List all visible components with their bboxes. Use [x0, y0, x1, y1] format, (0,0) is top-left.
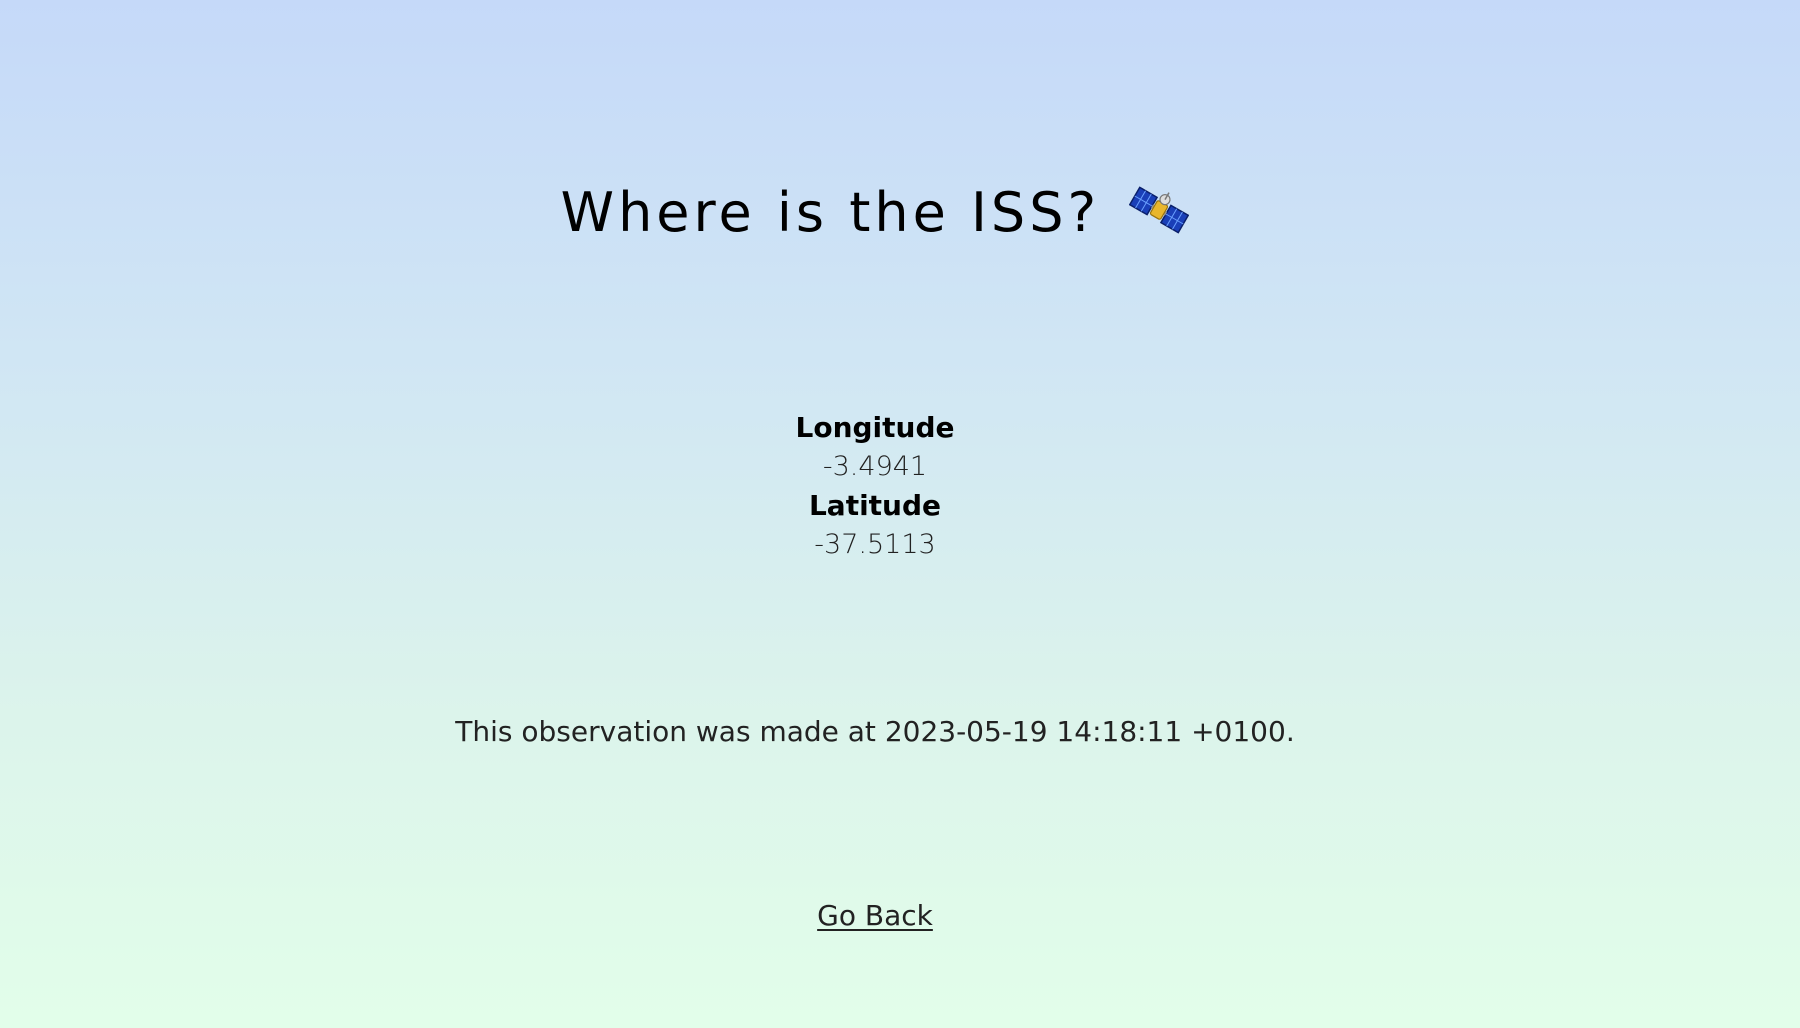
- satellite-icon: [1129, 186, 1190, 235]
- observation-timestamp: 2023-05-19 14:18:11 +0100: [884, 715, 1286, 748]
- latitude-label: Latitude: [808, 489, 942, 522]
- observation-text: This observation was made at 2023-05-19 …: [0, 712, 1750, 752]
- latitude-value: -37.5113: [814, 529, 936, 560]
- observation-prefix: This observation was made at: [455, 715, 885, 748]
- coordinates-panel: Longitude -3.4941 Latitude -37.5113: [0, 408, 1750, 564]
- page-title-text: Where is the ISS?: [560, 181, 1101, 244]
- observation-suffix: .: [1285, 715, 1295, 748]
- page-title: Where is the ISS?: [0, 178, 1750, 248]
- longitude-label: Longitude: [795, 411, 955, 444]
- go-back-link[interactable]: Go Back: [817, 899, 933, 932]
- longitude-value: -3.4941: [822, 451, 928, 482]
- go-back-container: Go Back: [0, 896, 1750, 936]
